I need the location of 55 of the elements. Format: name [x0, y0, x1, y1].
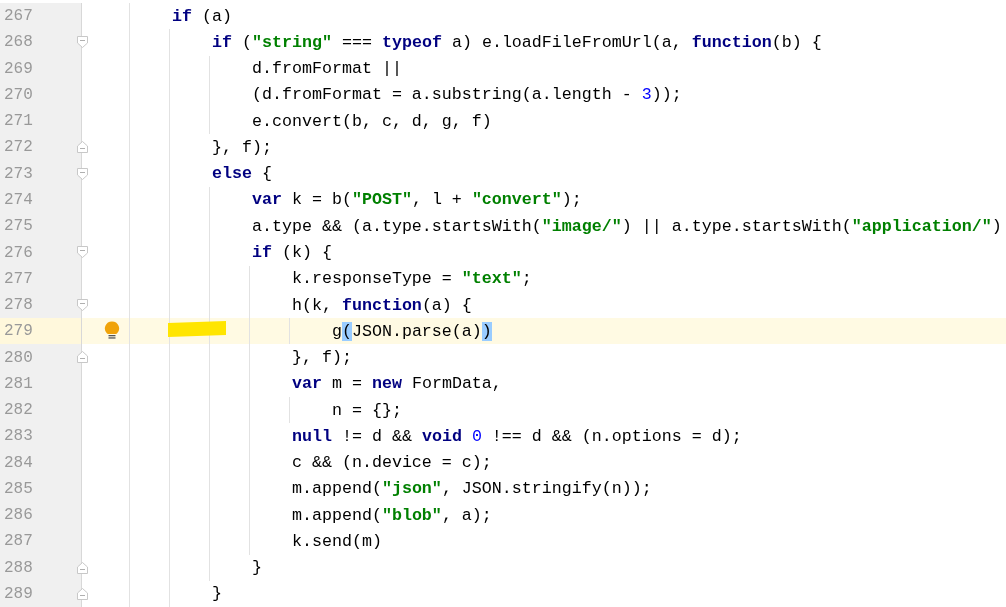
line-number: 267 [3, 7, 33, 26]
lightbulb-icon[interactable] [104, 321, 120, 341]
fold-marker-icon[interactable] [77, 298, 88, 311]
code-line: d.fromFormat || [250, 59, 402, 79]
code-line: c && (n.device = c); [290, 453, 492, 473]
code-line: k.responseType = "text"; [290, 269, 532, 289]
code-line: a.type && (a.type.startsWith("image/") || a.type.startsWith("application/") [250, 216, 1002, 236]
line-number: 280 [3, 348, 33, 367]
fold-marker-icon[interactable] [77, 167, 88, 180]
line-number: 286 [3, 506, 33, 525]
line-number: 284 [3, 453, 33, 472]
fold-marker-icon[interactable] [77, 36, 88, 49]
code-line: e.convert(b, c, d, g, f) [250, 111, 492, 131]
code-line: } [210, 584, 222, 604]
line-number: 289 [3, 584, 33, 603]
line-number: 285 [3, 479, 33, 498]
fold-marker-icon[interactable] [77, 587, 88, 600]
line-number: 273 [3, 164, 33, 183]
fold-marker-icon[interactable] [77, 561, 88, 574]
code-line: h(k, function(a) { [290, 295, 472, 315]
line-number: 270 [3, 85, 33, 104]
line-number: 275 [3, 217, 33, 236]
fold-marker-icon[interactable] [77, 351, 88, 364]
code-line: var m = new FormData, [290, 374, 502, 394]
line-number: 271 [3, 112, 33, 131]
line-number: 276 [3, 243, 33, 262]
code-line: }, f); [290, 348, 352, 368]
code-line: if (a) [170, 6, 232, 26]
code-line: m.append("blob", a); [290, 505, 492, 525]
line-number: 279 [3, 322, 33, 341]
line-number: 282 [3, 401, 33, 420]
code-line: (d.fromFormat = a.substring(a.length - 3)); [250, 85, 682, 105]
line-number: 281 [3, 374, 33, 393]
code-line: } [250, 558, 262, 578]
line-number: 272 [3, 138, 33, 157]
code-line: n = {}; [330, 400, 402, 420]
line-number: 274 [3, 191, 33, 209]
line-number: 269 [3, 59, 33, 78]
line-number: 268 [3, 33, 33, 52]
code-line: k.send(m) [290, 531, 382, 551]
code-line: null != d && void 0 !== d && (n.options = d); [290, 426, 742, 446]
code-line: m.append("json", JSON.stringify(n)); [290, 479, 652, 499]
code-line: if (k) { [250, 243, 332, 262]
line-number: 277 [3, 269, 33, 288]
line-number: 283 [3, 427, 33, 446]
code-line: if ("string" === typeof a) e.loadFileFromUrl(a, function(b) { [210, 32, 822, 52]
code-line: else { [210, 164, 272, 184]
line-number: 278 [3, 296, 33, 315]
code-line: var k = b("POST", l + "convert"); [250, 190, 582, 210]
line-number: 287 [3, 532, 33, 551]
line-number: 288 [3, 558, 33, 577]
code-line: }, f); [210, 137, 272, 157]
code-line: g(JSON.parse(a)) [330, 321, 492, 341]
fold-marker-icon[interactable] [77, 141, 88, 154]
fold-marker-icon[interactable] [77, 246, 88, 259]
